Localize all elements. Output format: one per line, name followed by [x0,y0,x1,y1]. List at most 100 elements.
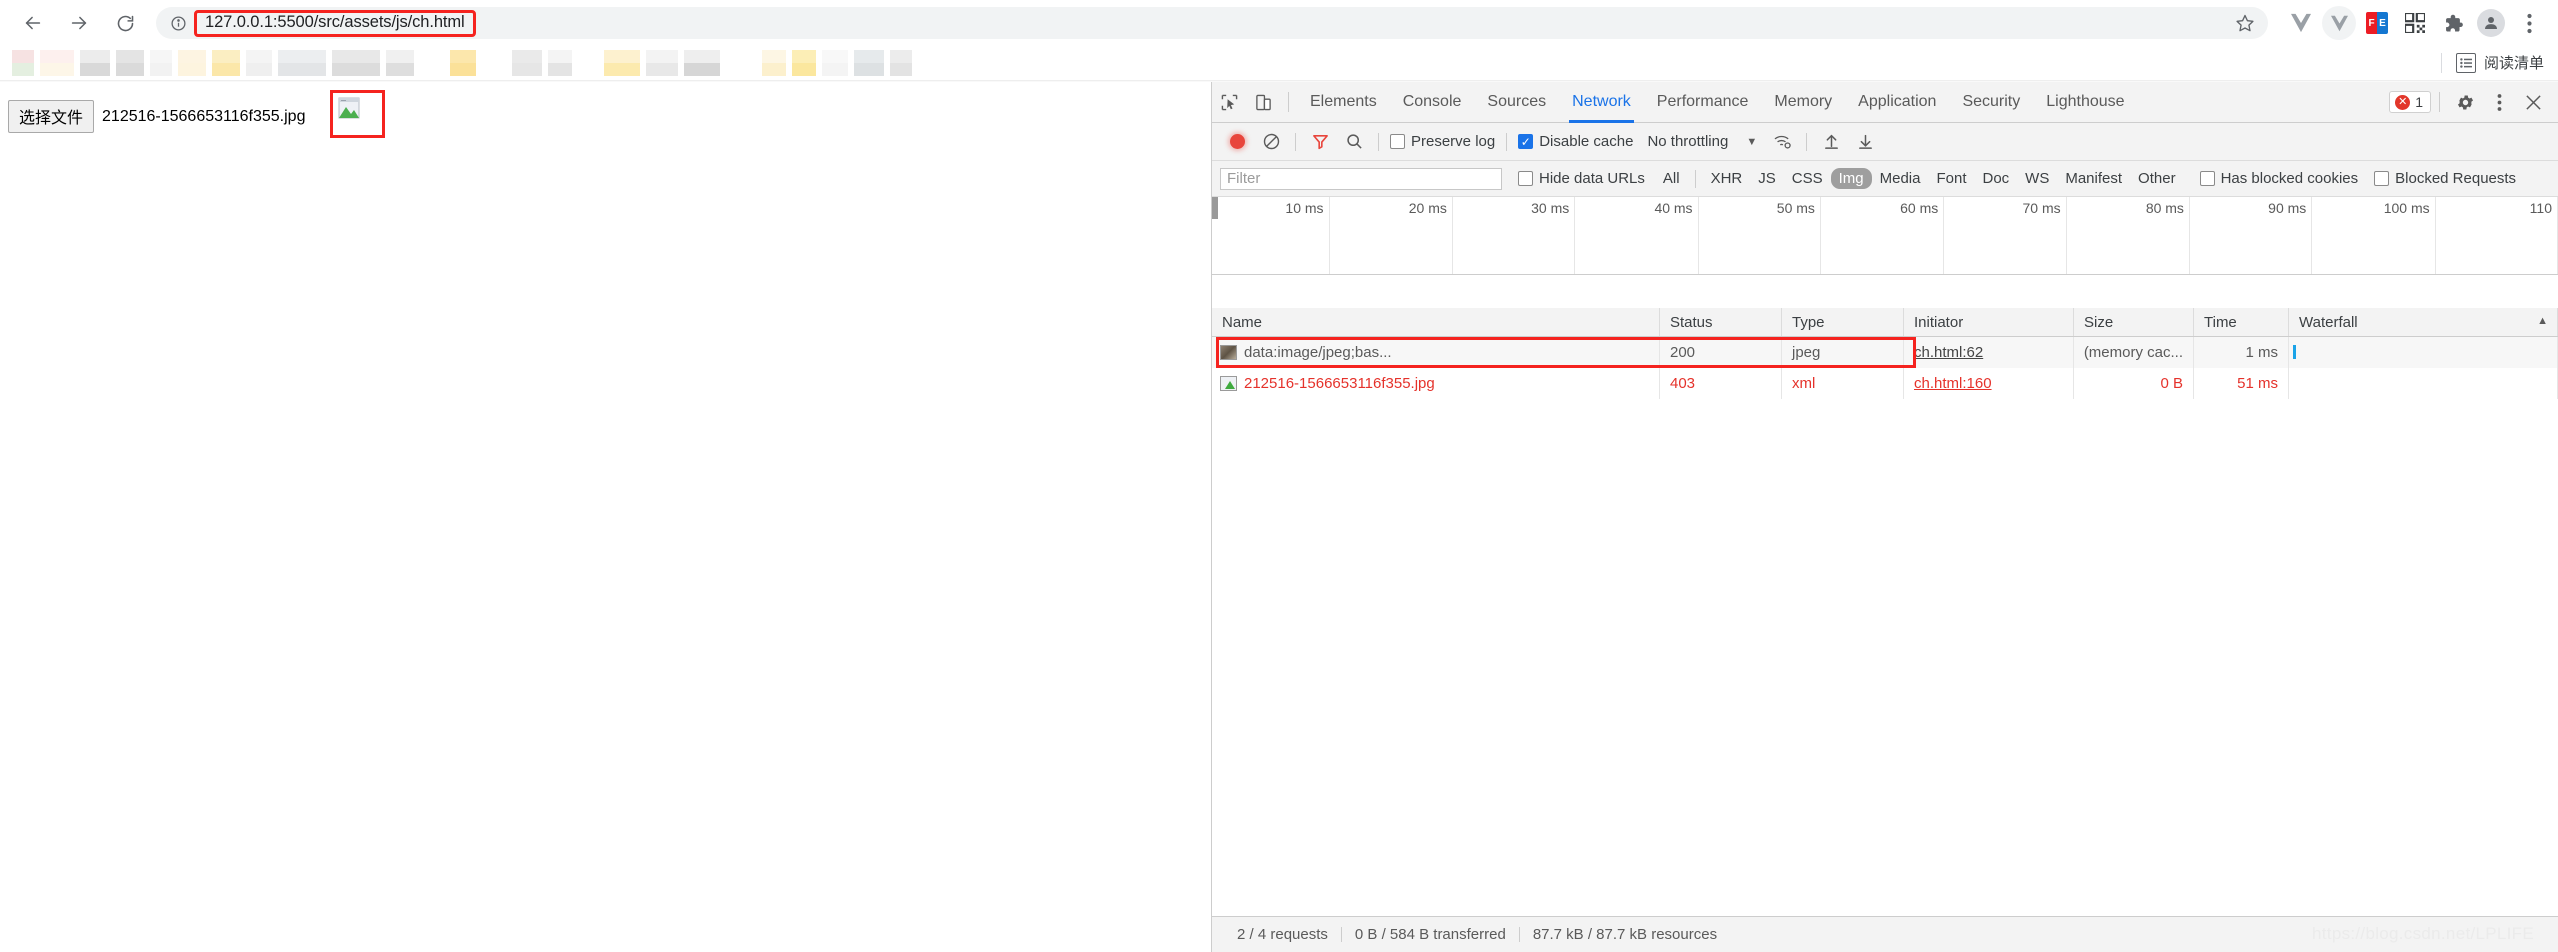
forward-button[interactable] [56,0,102,46]
table-row[interactable]: data:image/jpeg;bas... 200 jpeg ch.html:… [1212,337,2558,368]
reading-list-button[interactable]: 阅读清单 [2440,52,2544,73]
bookmark-item[interactable] [512,50,542,76]
bookmark-item[interactable] [178,50,206,76]
column-header-waterfall[interactable]: Waterfall ▲ [2289,308,2558,336]
bookmark-item[interactable] [278,50,326,76]
tab-memory[interactable]: Memory [1761,82,1845,123]
column-header-initiator[interactable]: Initiator [1904,308,2074,336]
bookmark-item[interactable] [548,50,572,76]
initiator-link[interactable]: ch.html:160 [1914,375,1992,392]
bookmark-item[interactable] [762,50,786,76]
throttling-select[interactable]: No throttling [1647,133,1728,150]
initiator-link[interactable]: ch.html:62 [1914,344,1983,361]
bookmark-item[interactable] [646,50,678,76]
bookmark-item[interactable] [150,50,172,76]
chrome-menu-icon[interactable] [2510,4,2548,42]
site-info-icon[interactable] [168,13,188,33]
chevron-down-icon[interactable]: ▼ [1746,136,1757,148]
bookmark-item[interactable] [822,50,848,76]
reload-button[interactable] [102,0,148,46]
request-initiator-cell[interactable]: ch.html:160 [1904,368,2074,399]
filter-type-other[interactable]: Other [2130,168,2184,189]
filter-type-manifest[interactable]: Manifest [2057,168,2130,189]
bookmark-item[interactable] [332,50,380,76]
column-header-time[interactable]: Time [2194,308,2289,336]
filter-type-css[interactable]: CSS [1784,168,1831,189]
clear-button[interactable] [1254,125,1288,159]
fe-helper-icon[interactable]: F E [2358,4,2396,42]
tab-console[interactable]: Console [1390,82,1475,123]
tab-elements[interactable]: Elements [1297,82,1390,123]
bookmark-item[interactable] [212,50,240,76]
import-har-icon[interactable] [1814,125,1848,159]
bookmark-item[interactable] [246,50,272,76]
toolbar-divider [1288,92,1289,112]
filter-type-media[interactable]: Media [1872,168,1929,189]
close-icon[interactable] [2516,85,2550,119]
bookmark-star-icon[interactable] [2230,8,2260,38]
tab-sources[interactable]: Sources [1474,82,1559,123]
vue-devtools-active-icon[interactable] [2320,4,2358,42]
bookmark-item[interactable] [604,50,640,76]
bookmark-items-blurred[interactable] [12,50,918,76]
error-count-badge[interactable]: ✕ 1 [2389,91,2431,113]
tab-performance[interactable]: Performance [1644,82,1762,123]
back-button[interactable] [10,0,56,46]
column-header-type[interactable]: Type [1782,308,1904,336]
kebab-menu-icon[interactable] [2482,85,2516,119]
gear-icon[interactable] [2448,85,2482,119]
timeline-tick: 10 ms [1285,200,1324,216]
filter-type-img[interactable]: Img [1830,168,1872,189]
has-blocked-cookies-checkbox[interactable]: Has blocked cookies [2196,170,2363,187]
filter-button[interactable] [1303,125,1337,159]
profile-avatar-icon[interactable] [2472,4,2510,42]
bookmark-item[interactable] [890,50,912,76]
hide-data-urls-checkbox[interactable]: Hide data URLs [1514,170,1649,187]
bookmark-item[interactable] [450,50,476,76]
bookmark-item[interactable] [854,50,884,76]
vue-devtools-icon[interactable] [2282,4,2320,42]
record-button[interactable] [1220,125,1254,159]
bookmark-item[interactable] [684,50,720,76]
tab-network[interactable]: Network [1559,82,1644,123]
search-button[interactable] [1337,125,1371,159]
filter-type-js[interactable]: JS [1750,168,1784,189]
preserve-log-checkbox[interactable]: Preserve log [1386,133,1499,150]
device-toolbar-icon[interactable] [1246,85,1280,119]
bookmark-item[interactable] [12,50,34,76]
column-header-status[interactable]: Status [1660,308,1782,336]
address-bar[interactable]: 127.0.0.1:5500/src/assets/js/ch.html [156,7,2268,39]
export-har-icon[interactable] [1848,125,1882,159]
filter-type-ws[interactable]: WS [2017,168,2057,189]
blocked-requests-checkbox[interactable]: Blocked Requests [2370,170,2520,187]
bookmark-item[interactable] [80,50,110,76]
column-header-name[interactable]: Name [1212,308,1660,336]
choose-file-button[interactable]: 选择文件 [8,100,95,133]
bookmark-item[interactable] [40,50,74,76]
request-name-cell[interactable]: 212516-1566653116f355.jpg [1212,368,1660,399]
sort-ascending-icon[interactable]: ▲ [2537,315,2548,327]
inspect-element-icon[interactable] [1212,85,1246,119]
filter-type-doc[interactable]: Doc [1974,168,2017,189]
table-row[interactable]: 212516-1566653116f355.jpg 403 xml ch.htm… [1212,368,2558,399]
column-header-size[interactable]: Size [2074,308,2194,336]
request-initiator-cell[interactable]: ch.html:62 [1904,337,2074,368]
browser-toolbar: 127.0.0.1:5500/src/assets/js/ch.html F E [0,0,2558,46]
network-timeline-overview[interactable]: 10 ms 20 ms 30 ms 40 ms 50 ms 60 ms 70 m… [1212,197,2558,275]
tab-application[interactable]: Application [1845,82,1949,123]
request-name-cell[interactable]: data:image/jpeg;bas... [1212,337,1660,368]
bookmark-item[interactable] [792,50,816,76]
filter-type-all[interactable]: All [1655,168,1688,189]
tab-security[interactable]: Security [1949,82,2033,123]
tab-lighthouse[interactable]: Lighthouse [2033,82,2137,123]
filter-input[interactable]: Filter [1220,167,1502,190]
bookmark-item[interactable] [116,50,144,76]
filter-type-font[interactable]: Font [1928,168,1974,189]
qr-code-icon[interactable] [2396,4,2434,42]
disable-cache-checkbox[interactable]: Disable cache [1514,133,1637,150]
extensions-puzzle-icon[interactable] [2434,4,2472,42]
browser-extension-icons: F E [2282,0,2558,46]
network-conditions-icon[interactable] [1765,125,1799,159]
filter-type-xhr[interactable]: XHR [1703,168,1751,189]
bookmark-item[interactable] [386,50,414,76]
